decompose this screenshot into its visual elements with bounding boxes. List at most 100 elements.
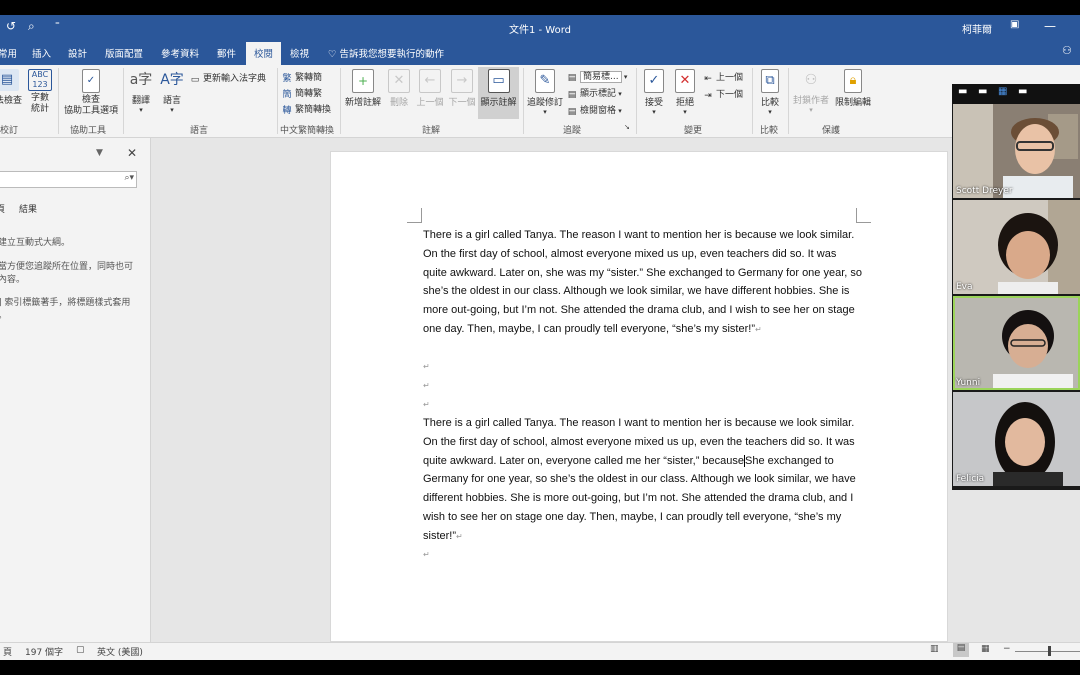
print-layout-icon[interactable]: ▤ — [953, 643, 969, 657]
ribbon: ▤ 拼字及文法檢查 ABC 123 字數統計 校訂 ✓ 檢查 協助工具選項 協助… — [0, 65, 1080, 138]
zoom-out-icon[interactable]: − — [1003, 644, 1011, 654]
participant-tile[interactable]: Scott Dreyer — [953, 104, 1080, 198]
check-accessibility-button[interactable]: ✓ 檢查 協助工具選項 — [62, 69, 120, 117]
print-preview-icon[interactable]: ⌕ — [28, 19, 35, 34]
ime-dictionary-icon: ▭ — [190, 75, 200, 85]
undo-icon[interactable]: ↺ — [6, 19, 16, 33]
video-face — [1005, 418, 1045, 466]
t2s-button[interactable]: 繁繁轉簡 — [282, 70, 322, 84]
participant-name: Felicia — [956, 474, 985, 484]
tab-mailings[interactable]: 郵件 — [217, 46, 236, 60]
search-icon: ⌕▾ — [124, 173, 134, 183]
reject-button[interactable]: ✕ 拒絕 ▾ — [671, 69, 699, 116]
accept-button[interactable]: ✓ 接受 ▾ — [640, 69, 668, 116]
display-review-dropdown[interactable]: ▤ 簡易標... ▾ — [567, 69, 627, 83]
tab-design[interactable]: 設計 — [68, 46, 87, 60]
read-mode-icon[interactable]: ▥ — [930, 644, 939, 654]
minimize-icon[interactable]: ▬ — [958, 86, 967, 97]
tab-pages[interactable]: 頁 — [0, 202, 5, 215]
participant-video — [953, 392, 1080, 486]
new-comment-label: 新增註解 — [344, 98, 381, 108]
group-label-comments: 註解 — [422, 126, 441, 136]
show-comments-button[interactable]: ▭ 顯示註解 — [478, 67, 519, 119]
minimize-icon[interactable]: — — [1044, 19, 1056, 33]
close-icon[interactable]: ✕ — [127, 146, 137, 160]
compare-button[interactable]: ⧉ 比較 ▾ — [756, 69, 784, 116]
group-label-language: 語言 — [190, 126, 209, 136]
next-comment-button[interactable]: → 下一個 — [446, 69, 478, 108]
participant-tile-active[interactable]: Yunni — [953, 296, 1080, 390]
fullscreen-icon[interactable]: ▬ — [1018, 86, 1027, 97]
chevron-down-icon: ▾ — [616, 90, 622, 98]
participant-tile[interactable]: Felicia — [953, 392, 1080, 486]
previous-comment-button[interactable]: ← 上一個 — [414, 69, 446, 108]
previous-change-button[interactable]: ⇤ 上一個 — [703, 70, 743, 84]
document-page[interactable]: There is a girl called Tanya. The reason… — [330, 151, 948, 642]
reviewing-pane-button[interactable]: ▤ 檢閱窗格 ▾ — [567, 103, 622, 117]
tab-references[interactable]: 參考資料 — [161, 46, 199, 60]
word-count-button[interactable]: ABC 123 字數統計 — [27, 69, 53, 115]
translate-label: 翻譯 — [131, 96, 150, 106]
tell-me-box[interactable]: ♡ 告訴我您想要執行的動作 — [328, 46, 444, 60]
show-markup-button[interactable]: ▤ 顯示標記 ▾ — [567, 86, 622, 100]
participant-tile[interactable]: Eva — [953, 200, 1080, 294]
convert-button[interactable]: 轉繁簡轉換 — [282, 102, 331, 116]
accept-label: 接受 — [644, 98, 663, 108]
translate-button[interactable]: a字 翻譯 ▾ — [127, 69, 155, 114]
track-changes-icon: ✎ — [535, 69, 555, 93]
participant-video — [953, 296, 1080, 390]
group-separator — [277, 68, 278, 134]
new-comment-button[interactable]: + 新增註解 — [343, 69, 383, 108]
language-status[interactable]: 英文 (美國) — [97, 645, 143, 658]
word-count-status[interactable]: 197 個字 — [25, 645, 63, 658]
delete-comment-button[interactable]: ✕ 刪除 — [385, 69, 413, 108]
paragraph-revised[interactable]: There is a girl called Tanya. The reason… — [423, 414, 863, 547]
abc-123-icon: ABC 123 — [28, 69, 52, 91]
dialog-launcher-icon[interactable]: ↘ — [624, 123, 630, 131]
restrict-editing-button[interactable]: 🔒︎ 限制編輯 — [832, 69, 874, 108]
tab-insert[interactable]: 插入 — [32, 46, 51, 60]
tab-layout[interactable]: 版面配置 — [105, 46, 143, 60]
group-separator — [340, 68, 341, 134]
search-input[interactable]: ⌕▾ — [0, 171, 137, 188]
s2t-button[interactable]: 簡簡轉繁 — [282, 86, 322, 100]
previous-comment-label: 上一個 — [416, 98, 444, 108]
convert-icon: 轉 — [282, 106, 292, 116]
participant-video — [953, 104, 1080, 198]
tab-results[interactable]: 結果 — [19, 202, 37, 215]
pane-options-icon[interactable]: ▼ — [96, 148, 103, 158]
empty-paragraph: ↵ — [423, 550, 430, 559]
update-ime-button[interactable]: ▭ 更新輸入法字典 — [190, 71, 266, 85]
user-name[interactable]: 柯菲爾 — [962, 21, 992, 36]
track-changes-button[interactable]: ✎ 追蹤修訂 ▾ — [526, 69, 564, 116]
block-authors-button[interactable]: ⚇ 封鎖作者 ▾ — [790, 69, 832, 114]
tell-me-text: 告訴我您想要執行的動作 — [339, 49, 445, 60]
reject-label: 拒絕 — [675, 98, 694, 108]
tab-view[interactable]: 檢視 — [290, 46, 309, 60]
page-indicator[interactable]: 頁 — [3, 645, 12, 658]
language-button[interactable]: A字 語言 ▾ — [158, 69, 186, 114]
paragraph-original[interactable]: There is a girl called Tanya. The reason… — [423, 226, 863, 340]
web-layout-icon[interactable]: ▦ — [981, 644, 990, 654]
track-changes-label: 追蹤修訂 — [526, 98, 563, 108]
nav-message-line: ] 索引標籤著手，將標題樣式套用 — [0, 298, 131, 308]
zoom-slider-thumb[interactable] — [1048, 646, 1051, 656]
gallery-toolbar: ▬ ▬ ▦ ▬ — [952, 84, 1080, 104]
customize-icon[interactable]: ⁼ — [55, 21, 60, 31]
next-change-button[interactable]: ⇥ 下一個 — [703, 87, 743, 101]
word-count-label: 字數統計 — [30, 93, 49, 114]
share-icon[interactable]: ⚇ — [1062, 44, 1072, 57]
video-gallery-panel: ▬ ▬ ▦ ▬ Scott Dreyer Eva Yunni Felicia — [952, 84, 1080, 490]
tab-review[interactable]: 校閱 — [246, 42, 282, 65]
window-title: 文件1 - Word — [508, 25, 572, 36]
next-change-label: 下一個 — [716, 90, 744, 100]
tab-home[interactable]: 常用 — [0, 46, 17, 60]
block-authors-label: 封鎖作者 — [792, 96, 829, 106]
empty-paragraph: ↵ — [423, 400, 430, 409]
gallery-view-icon[interactable]: ▦ — [998, 86, 1007, 97]
spelling-button[interactable]: ▤ 拼字及文法檢查 — [0, 69, 22, 106]
speaker-view-icon[interactable]: ▬ — [978, 86, 987, 97]
proofing-status-icon[interactable]: ▢ — [76, 645, 85, 655]
show-comments-icon: ▭ — [487, 69, 510, 93]
ribbon-display-icon[interactable]: ▣ — [1010, 19, 1019, 30]
